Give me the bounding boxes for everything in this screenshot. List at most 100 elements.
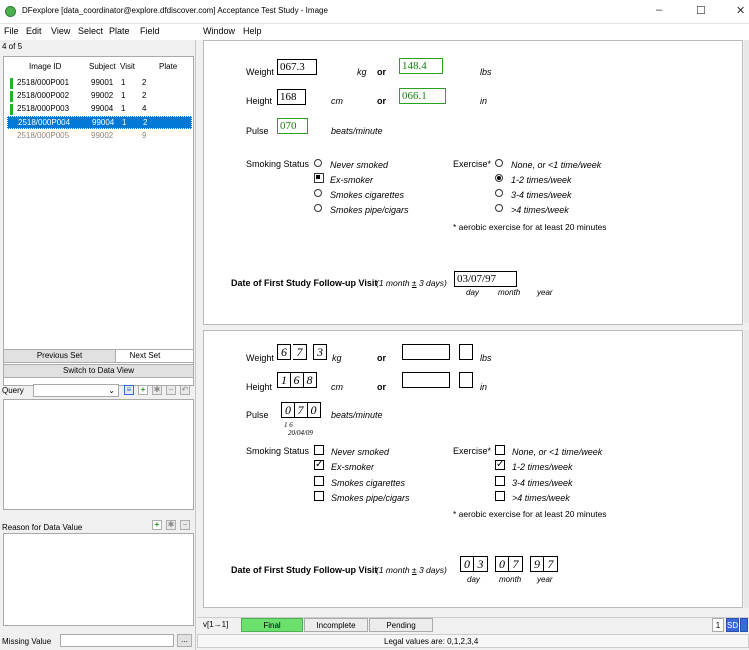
smoking-option: Smokes cigarettes: [331, 478, 406, 488]
lbs-unit: lbs: [480, 67, 492, 77]
day-label: day: [467, 575, 480, 584]
extra-button[interactable]: [740, 618, 748, 632]
height-digit-cell: 1: [277, 372, 291, 388]
menu-help[interactable]: Help: [243, 26, 262, 36]
window-title: DFexplore [data_coordinator@explore.dfdi…: [22, 6, 328, 15]
table-row[interactable]: 2518/000P002 99002 1 2: [7, 90, 192, 103]
or-label: or: [377, 67, 386, 77]
smoking-radio-never[interactable]: [314, 159, 322, 167]
missing-value-input[interactable]: [60, 634, 174, 647]
edit-reason-icon[interactable]: ✱: [166, 520, 176, 530]
smoking-check-pipe: [314, 491, 324, 501]
weight-lbs-field[interactable]: 148.4: [399, 58, 443, 74]
smoking-check-never: [314, 445, 324, 455]
or-label: or: [377, 353, 386, 363]
date-digit-cell: 0: [460, 556, 474, 572]
followup-label: Date of First Study Follow-up Visit: [231, 565, 378, 575]
or-label: or: [377, 96, 386, 106]
exercise-check-4plus: [495, 491, 505, 501]
smoking-radio-pipe[interactable]: [314, 204, 322, 212]
status-bar: v[1→1] Final Incomplete Pending 1 SD: [197, 617, 749, 632]
menu-view[interactable]: View: [51, 26, 70, 36]
legal-values-bar: Legal values are: 0,1,2,3,4: [197, 634, 749, 648]
undo-icon[interactable]: ↶: [180, 385, 190, 395]
add-reason-icon[interactable]: +: [152, 520, 162, 530]
year-label: year: [537, 288, 553, 297]
cell-plate: 9: [142, 131, 147, 140]
date-digit-cell: 0: [495, 556, 509, 572]
pulse-field[interactable]: 070: [277, 118, 308, 134]
status-bar-icon: [10, 104, 13, 115]
exercise-radio-4plus[interactable]: [495, 204, 503, 212]
exercise-radio-none[interactable]: [495, 159, 503, 167]
image-page: Weight 6 7 3 kg or lbs Height 1 6 8 cm o…: [203, 330, 743, 608]
height-in-field[interactable]: 066.1: [399, 88, 446, 104]
top-scrollbar[interactable]: [744, 40, 749, 323]
pulse-label: Pulse: [246, 410, 269, 420]
date-digit-cell: 7: [509, 556, 523, 572]
table-row[interactable]: 2518/000P005 99002 9: [7, 130, 192, 143]
smoking-option: Smokes pipe/cigars: [330, 205, 409, 215]
status-bar-icon: [10, 91, 13, 102]
smoking-option: Ex-smoker: [330, 175, 374, 185]
bottom-scrollbar[interactable]: [744, 330, 749, 608]
col-plate[interactable]: Plate: [159, 62, 177, 71]
cell-plate: 2: [142, 91, 147, 100]
add-query-icon[interactable]: +: [138, 385, 148, 395]
col-image-id[interactable]: Image ID: [29, 62, 61, 71]
incomplete-status-tab[interactable]: Incomplete: [304, 618, 368, 632]
smoking-radio-ex[interactable]: [314, 173, 324, 183]
followup-date-field[interactable]: 03/07/97: [454, 271, 517, 287]
cell-plate: 2: [143, 118, 148, 127]
lbs-blank-cell: [459, 344, 473, 360]
remove-query-icon[interactable]: −: [166, 385, 176, 395]
col-visit[interactable]: Visit: [120, 62, 135, 71]
menu-select[interactable]: Select: [78, 26, 103, 36]
final-status-tab[interactable]: Final: [241, 618, 303, 632]
smoking-radio-cigarettes[interactable]: [314, 189, 322, 197]
height-cm-field[interactable]: 168: [277, 89, 306, 105]
table-row-selected[interactable]: 2518/000P004 99004 1 2: [7, 116, 192, 129]
pulse-digit-cell: 7: [294, 402, 308, 418]
remove-reason-icon[interactable]: −: [180, 520, 190, 530]
table-row[interactable]: 2518/000P001 99001 1 2: [7, 77, 192, 90]
minimize-button[interactable]: –: [656, 4, 662, 16]
next-set-button[interactable]: Next Set: [97, 349, 194, 363]
menu-field[interactable]: Field: [140, 26, 160, 36]
menu-file[interactable]: File: [4, 26, 19, 36]
missing-value-browse-button[interactable]: ...: [177, 634, 192, 647]
followup-label: Date of First Study Follow-up Visit: [231, 278, 378, 288]
handwritten-note: 1 6: [284, 421, 293, 429]
col-subject[interactable]: Subject: [89, 62, 116, 71]
exercise-check-none: [495, 445, 505, 455]
cell-visit: 1: [122, 118, 127, 127]
sd-button[interactable]: SD: [726, 618, 739, 632]
lbs-unit: lbs: [480, 353, 492, 363]
data-page: Weight 067.3 kg or 148.4 lbs Height 168 …: [203, 40, 743, 325]
menu-window[interactable]: Window: [203, 26, 235, 36]
switch-view-button[interactable]: Switch to Data View: [3, 364, 194, 378]
maximize-button[interactable]: ☐: [696, 4, 706, 17]
exercise-label: Exercise*: [453, 159, 492, 169]
kg-unit: kg: [332, 353, 342, 363]
weight-kg-field[interactable]: 067.3: [277, 59, 317, 75]
menu-plate[interactable]: Plate: [109, 26, 130, 36]
edit-query-icon[interactable]: ✱: [152, 385, 162, 395]
query-textarea[interactable]: [3, 399, 194, 510]
query-select[interactable]: ⌄: [33, 384, 119, 397]
page-number[interactable]: 1: [712, 618, 724, 632]
exercise-radio-3-4[interactable]: [495, 189, 503, 197]
list-icon[interactable]: ≡: [124, 385, 134, 395]
table-row[interactable]: 2518/000P003 99004 1 4: [7, 103, 192, 116]
version-label: v[1→1]: [203, 620, 229, 629]
cell-id: 2518/000P003: [17, 104, 70, 113]
weight-digit-cell: 3: [313, 344, 327, 360]
cm-unit: cm: [331, 96, 343, 106]
reason-textarea[interactable]: [3, 533, 194, 626]
close-button[interactable]: ✕: [736, 4, 745, 17]
height-label: Height: [246, 382, 273, 392]
pending-status-tab[interactable]: Pending: [369, 618, 433, 632]
menu-edit[interactable]: Edit: [26, 26, 42, 36]
exercise-radio-1-2[interactable]: [495, 174, 503, 182]
cell-visit: 1: [121, 104, 126, 113]
